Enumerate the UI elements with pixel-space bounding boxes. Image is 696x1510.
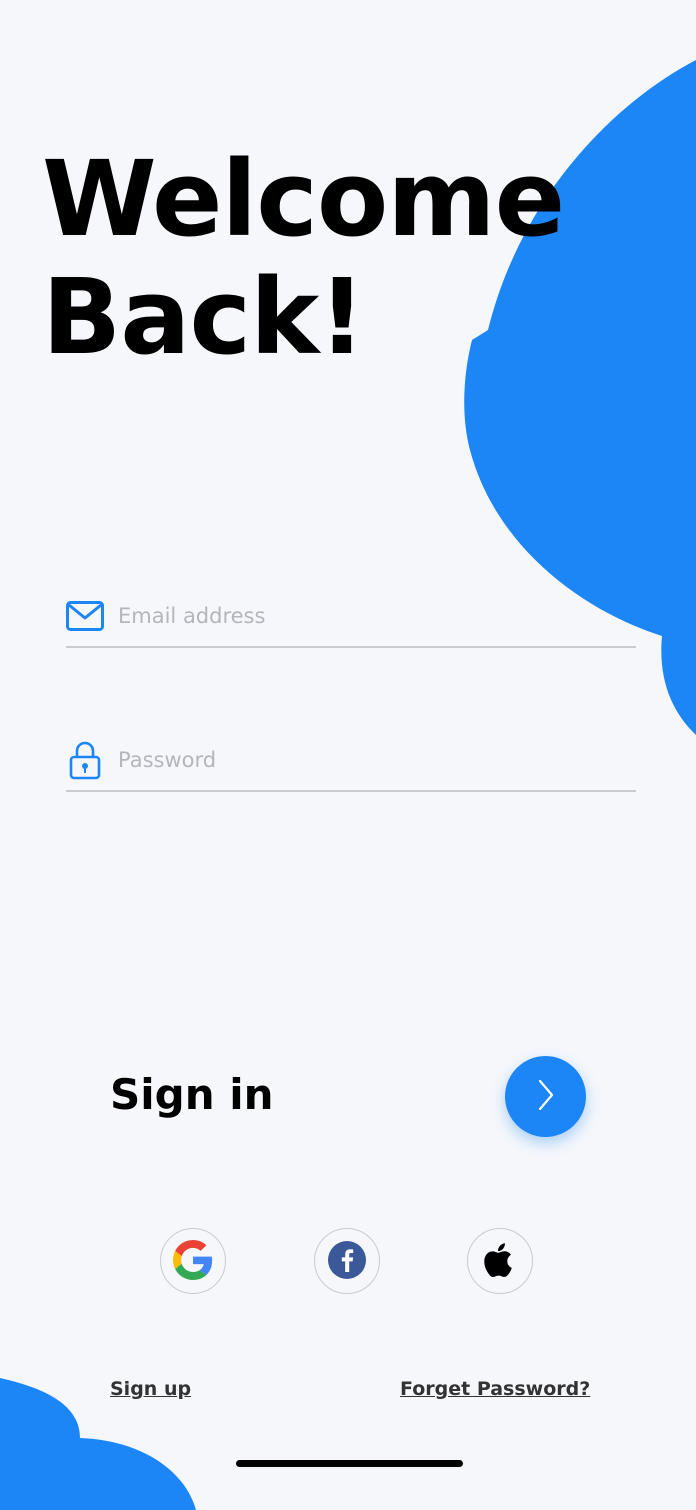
mail-icon	[66, 597, 104, 635]
forget-password-link[interactable]: Forget Password?	[400, 1378, 590, 1400]
password-input[interactable]	[118, 748, 636, 772]
apple-signin-button[interactable]	[467, 1228, 533, 1294]
signin-label: Sign in	[110, 1070, 274, 1119]
lock-icon	[66, 741, 104, 780]
chevron-right-icon	[536, 1078, 556, 1115]
apple-icon	[480, 1239, 520, 1284]
google-signin-button[interactable]	[160, 1228, 226, 1294]
signup-link[interactable]: Sign up	[110, 1378, 191, 1400]
title-line-1: Welcome	[42, 138, 565, 260]
signin-button[interactable]	[505, 1056, 586, 1137]
password-field[interactable]	[66, 730, 636, 792]
home-indicator	[236, 1460, 463, 1467]
facebook-icon	[327, 1240, 367, 1283]
email-field[interactable]	[66, 586, 636, 648]
google-icon	[173, 1239, 213, 1283]
page-title: Welcome Back!	[42, 138, 565, 378]
email-input[interactable]	[118, 604, 636, 628]
facebook-signin-button[interactable]	[314, 1228, 380, 1294]
title-line-2: Back!	[42, 256, 366, 378]
